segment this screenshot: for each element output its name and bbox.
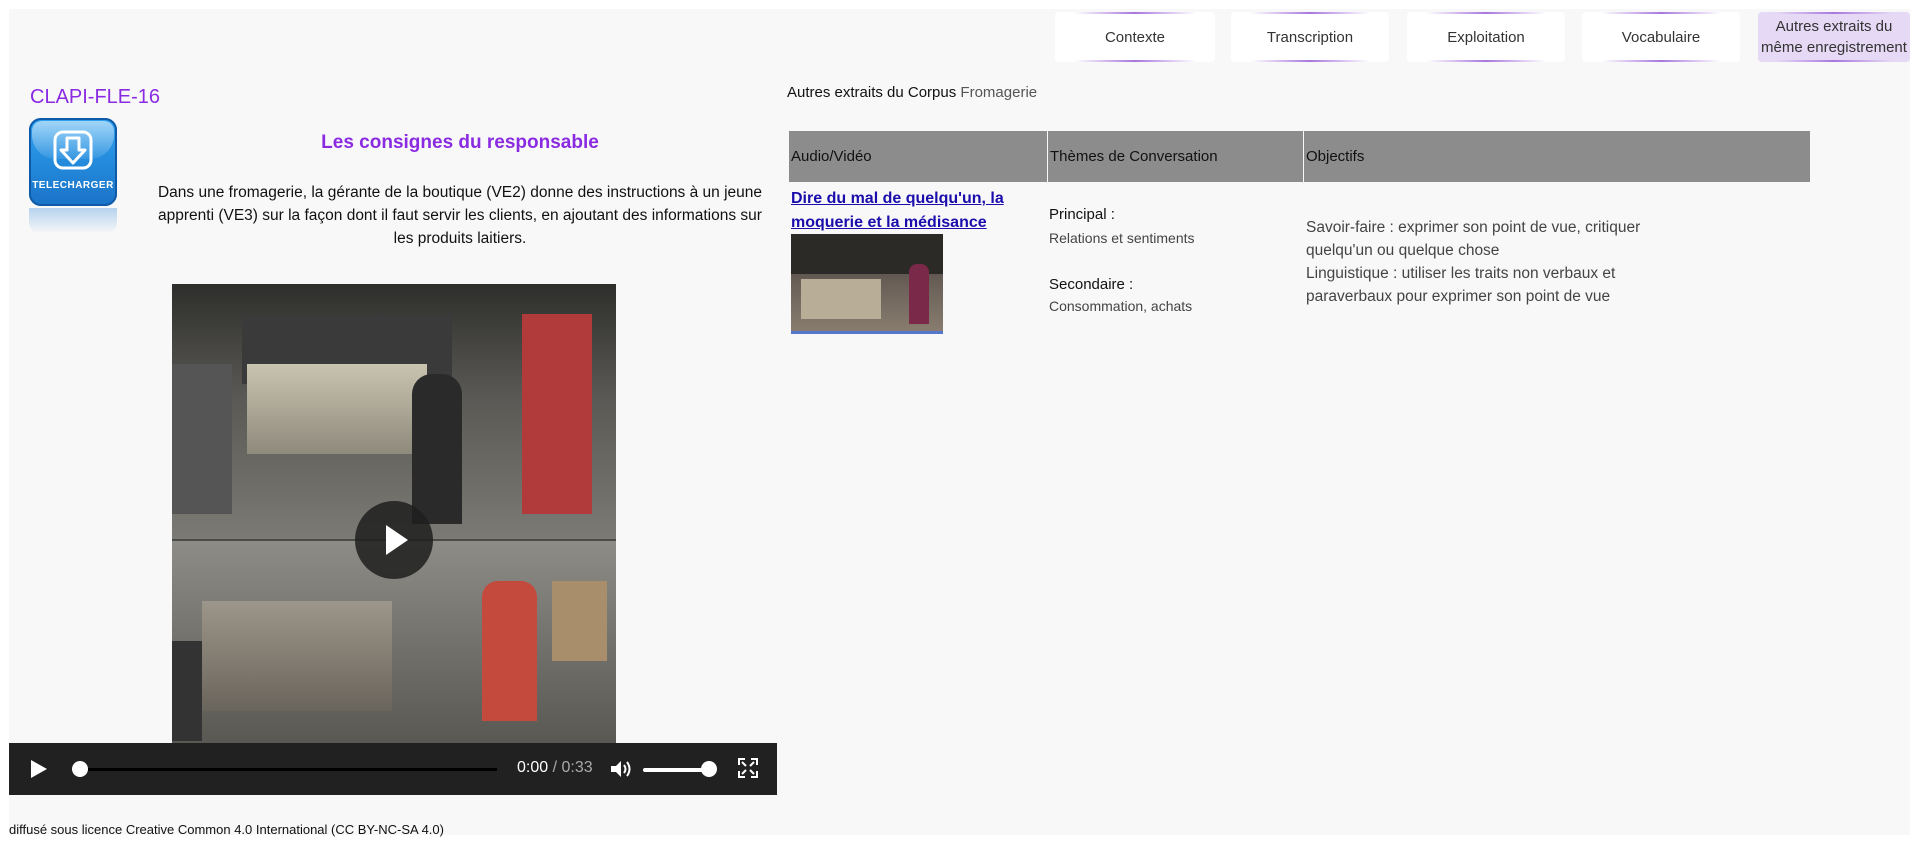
volume-slider[interactable]: [643, 768, 709, 772]
table-header-objectifs: Objectifs: [1304, 131, 1810, 182]
thumb-person: [909, 264, 929, 324]
play-icon[interactable]: [31, 760, 47, 778]
seek-knob[interactable]: [72, 761, 88, 777]
tab-label: Autres extraits du même enregistrement: [1761, 18, 1907, 56]
extract-description: Dans une fromagerie, la gérante de la bo…: [157, 184, 763, 247]
video-controls: 0:00 / 0:33: [9, 743, 777, 795]
table-header-audio-video: Audio/Vidéo: [789, 131, 1047, 182]
extract-thumbnail[interactable]: [791, 234, 943, 334]
theme-principal-label: Principal :: [1049, 206, 1115, 223]
volume-icon[interactable]: [609, 758, 633, 780]
volume-knob[interactable]: [701, 761, 717, 777]
scene-counter: [247, 364, 427, 454]
time-display: 0:00 / 0:33: [517, 759, 593, 777]
extract-link[interactable]: Dire du mal de quelqu'un, la moquerie et…: [791, 187, 1031, 235]
scene-person-edge: [172, 641, 202, 741]
fullscreen-icon[interactable]: [737, 757, 759, 779]
scene-red-pillar: [522, 314, 592, 514]
corpus-heading-prefix: Autres extraits du Corpus: [787, 84, 957, 101]
tab-label: Exploitation: [1447, 28, 1525, 46]
seek-bar[interactable]: [81, 768, 497, 771]
extract-title: Les consignes du responsable: [321, 132, 599, 153]
video-big-play-button[interactable]: [355, 501, 433, 579]
theme-secondary-value: Consommation, achats: [1049, 298, 1193, 314]
tab-label: Transcription: [1266, 28, 1354, 46]
objectives-text: Savoir-faire : exprimer son point de vue…: [1306, 219, 1641, 305]
duration: / 0:33: [552, 759, 593, 776]
thumb-counter: [801, 279, 881, 319]
tab-contexte[interactable]: Contexte: [1055, 12, 1215, 62]
scene-person-center: [412, 374, 462, 524]
download-arrow-icon: [53, 130, 93, 170]
tab-label: Contexte: [1104, 28, 1166, 46]
download-label: TELECHARGER: [32, 180, 114, 191]
tab-vocabulaire[interactable]: Vocabulaire: [1582, 12, 1740, 62]
theme-principal-value: Relations et sentiments: [1049, 230, 1195, 246]
download-reflection: [29, 208, 117, 232]
tab-exploitation[interactable]: Exploitation: [1407, 12, 1565, 62]
thumb-progress: [791, 331, 943, 334]
corpus-heading: Autres extraits du Corpus Fromagerie: [787, 84, 1037, 101]
tab-label: Vocabulaire: [1621, 28, 1701, 46]
tab-transcription[interactable]: Transcription: [1231, 12, 1389, 62]
scene-shelves: [202, 601, 392, 711]
scene-person-left: [172, 364, 232, 514]
download-button[interactable]: TELECHARGER: [29, 118, 117, 232]
current-time: 0:00: [517, 759, 549, 776]
corpus-name: Fromagerie: [960, 84, 1038, 101]
license-text: diffusé sous licence Creative Common 4.0…: [9, 822, 444, 837]
theme-secondary-label: Secondaire :: [1049, 276, 1134, 293]
scene-person-red: [482, 581, 537, 721]
table-header-themes: Thèmes de Conversation: [1048, 131, 1303, 182]
scene-poster: [552, 581, 607, 661]
recording-code: CLAPI-FLE-16: [30, 86, 161, 108]
tab-autres-extraits[interactable]: Autres extraits du même enregistrement: [1758, 12, 1910, 62]
